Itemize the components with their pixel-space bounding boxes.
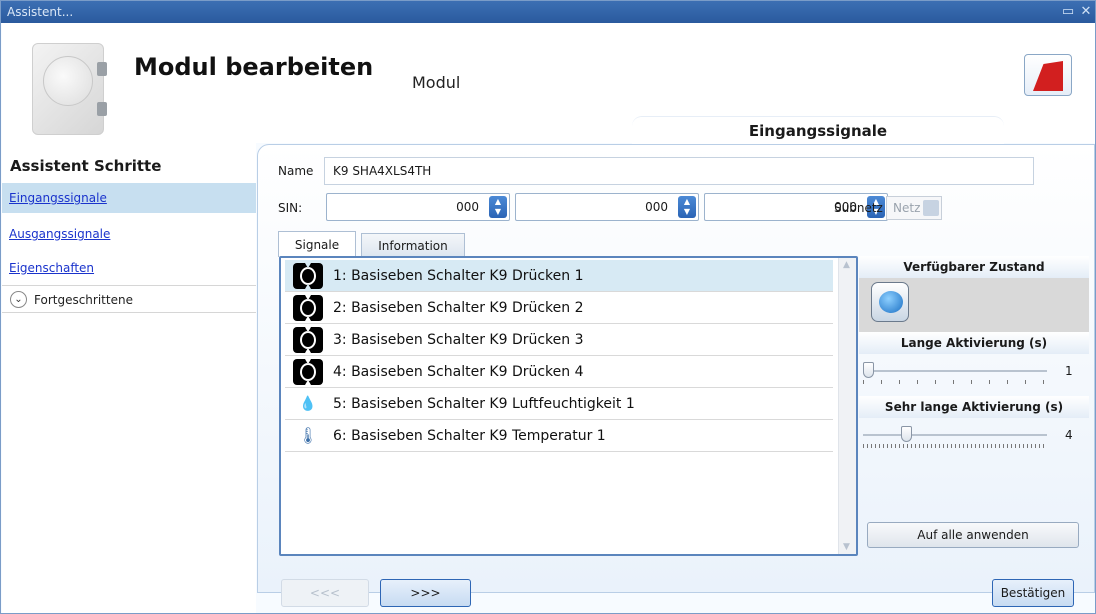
previous-button[interactable]: <<< xyxy=(281,579,369,607)
slider-thumb[interactable] xyxy=(863,362,874,378)
pdf-export-button[interactable] xyxy=(1024,54,1072,96)
list-item[interactable]: 3: Basiseben Schalter K9 Drücken 3 xyxy=(285,324,833,356)
sin-stepper-2[interactable]: 000 ▲ ▼ xyxy=(515,193,699,221)
signal-label: 4: Basiseben Schalter K9 Drücken 4 xyxy=(333,364,584,380)
very-long-activation-slider[interactable] xyxy=(863,424,1047,454)
title-bar: Assistent... ▭ ✕ xyxy=(1,1,1095,23)
signal-list[interactable]: 1: Basiseben Schalter K9 Drücken 1 2: Ba… xyxy=(279,256,858,556)
signal-label: 2: Basiseben Schalter K9 Drücken 2 xyxy=(333,300,584,316)
list-item[interactable]: 💧 5: Basiseben Schalter K9 Luftfeuchtigk… xyxy=(285,388,833,420)
list-item[interactable]: 4: Basiseben Schalter K9 Drücken 4 xyxy=(285,356,833,388)
sidebar-item-eingangssignale[interactable]: Eingangssignale xyxy=(2,183,256,213)
wizard-sidebar: Assistent Schritte Eingangssignale Ausga… xyxy=(2,143,256,613)
module-image xyxy=(32,43,107,135)
content-panel: Name K9 SHA4XLS4TH SIN: 000 ▲ ▼ 000 ▲ ▼ 00… xyxy=(257,144,1095,593)
list-item[interactable]: 2: Basiseben Schalter K9 Drücken 2 xyxy=(285,292,833,324)
push-button-icon xyxy=(293,327,323,353)
sin-label: SIN: xyxy=(278,201,303,215)
very-long-activation-heading: Sehr lange Aktivierung (s) xyxy=(859,396,1089,418)
pdf-icon xyxy=(1033,61,1063,91)
close-icon[interactable]: ✕ xyxy=(1077,1,1095,23)
sin-value-2: 000 xyxy=(645,200,668,214)
confirm-button[interactable]: Bestätigen xyxy=(992,579,1074,607)
advanced-label: Fortgeschrittene xyxy=(34,293,133,307)
section-tab: Eingangssignale xyxy=(632,116,1004,144)
sin-value-1: 000 xyxy=(456,200,479,214)
apply-all-button[interactable]: Auf alle anwenden xyxy=(867,522,1079,548)
page-title: Modul bearbeiten xyxy=(134,53,374,81)
long-activation-value: 1 xyxy=(1065,364,1073,378)
subnetz-select[interactable]: Netz 1 xyxy=(886,196,942,220)
thermometer-icon: 🌡 xyxy=(297,426,319,445)
subnetz-label: Subnetz xyxy=(834,201,883,215)
stepper-arrows-icon[interactable]: ▲ ▼ xyxy=(678,196,696,218)
next-button[interactable]: >>> xyxy=(380,579,471,607)
chevron-down-icon xyxy=(923,200,939,216)
name-input[interactable]: K9 SHA4XLS4TH xyxy=(324,157,1034,185)
sidebar-item-eigenschaften[interactable]: Eigenschaften xyxy=(2,253,256,283)
list-item[interactable]: 🌡 6: Basiseben Schalter K9 Temperatur 1 xyxy=(285,420,833,452)
stepper-arrows-icon[interactable]: ▲ ▼ xyxy=(489,196,507,218)
chevron-down-circle-icon: ⌄ xyxy=(10,291,27,308)
maximize-icon[interactable]: ▭ xyxy=(1059,1,1077,23)
scroll-down-icon[interactable]: ▼ xyxy=(843,542,850,552)
sidebar-item-advanced[interactable]: ⌄ Fortgeschrittene xyxy=(2,285,256,313)
available-state-area xyxy=(859,278,1089,332)
push-button-icon xyxy=(293,359,323,385)
name-label: Name xyxy=(278,164,314,178)
sin-stepper-1[interactable]: 000 ▲ ▼ xyxy=(326,193,510,221)
slider-thumb[interactable] xyxy=(901,426,912,442)
sidebar-title: Assistent Schritte xyxy=(10,157,162,175)
signal-label: 6: Basiseben Schalter K9 Temperatur 1 xyxy=(333,428,606,444)
scroll-up-icon[interactable]: ▲ xyxy=(843,260,850,270)
available-state-heading: Verfügbarer Zustand xyxy=(859,256,1089,278)
very-long-activation-value: 4 xyxy=(1065,428,1073,442)
sidebar-item-ausgangssignale[interactable]: Ausgangssignale xyxy=(2,219,256,249)
state-panel: Verfügbarer Zustand Lange Aktivierung (s… xyxy=(859,256,1089,556)
long-activation-slider[interactable] xyxy=(863,360,1047,390)
list-item[interactable]: 1: Basiseben Schalter K9 Drücken 1 xyxy=(285,260,833,292)
long-activation-heading: Lange Aktivierung (s) xyxy=(859,332,1089,354)
tab-signale[interactable]: Signale xyxy=(278,231,356,257)
window-title: Assistent... xyxy=(7,5,74,19)
signal-label: 1: Basiseben Schalter K9 Drücken 1 xyxy=(333,268,584,284)
tab-information[interactable]: Information xyxy=(361,233,465,257)
signal-label: 5: Basiseben Schalter K9 Luftfeuchtigkei… xyxy=(333,396,635,412)
push-button-icon xyxy=(293,295,323,321)
list-scrollbar[interactable]: ▲ ▼ xyxy=(838,258,856,554)
page-subtitle: Modul xyxy=(412,73,461,92)
push-state-button[interactable] xyxy=(871,282,909,322)
wizard-window: Assistent... ▭ ✕ Modul bearbeiten Modul … xyxy=(0,0,1096,614)
signal-label: 3: Basiseben Schalter K9 Drücken 3 xyxy=(333,332,584,348)
humidity-icon: 💧 xyxy=(299,396,317,412)
push-button-icon xyxy=(293,263,323,289)
